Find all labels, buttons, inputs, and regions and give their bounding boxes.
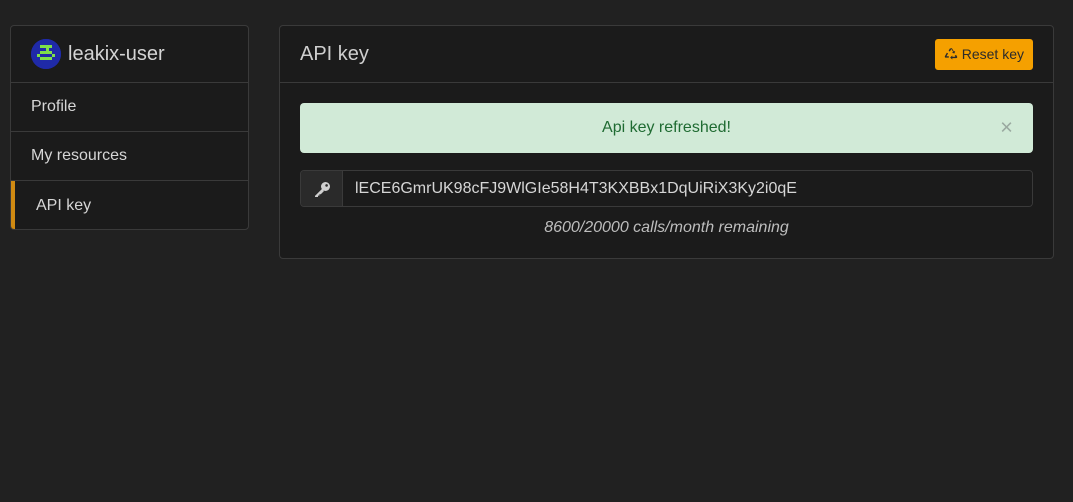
api-key-field[interactable] [343,171,1032,206]
api-key-input-group [300,170,1033,207]
sidebar-item-my-resources[interactable]: My resources [11,132,248,181]
key-addon [301,171,343,206]
avatar-identicon-icon [31,39,61,69]
username: leakix-user [68,42,165,65]
sidebar-item-profile[interactable]: Profile [11,83,248,132]
page-title: API key [300,42,369,65]
avatar [31,39,61,69]
panel-header: API key Reset key [280,26,1053,83]
key-icon [314,181,330,197]
panel-body: Api key refreshed! × 8600/20000 calls/mo… [280,83,1053,257]
alert-message: Api key refreshed! [602,119,731,136]
api-key-panel: API key Reset key Api key refreshed! × l… [279,25,1054,259]
sidebar-item-api-key[interactable]: API key [11,181,248,229]
calls-remaining: 8600/20000 calls/month remaining [544,219,789,236]
user-header: leakix-user [11,26,248,83]
recycle-icon [944,48,957,60]
reset-key-button[interactable]: Reset key [934,38,1033,70]
success-alert: Api key refreshed! × [300,103,1033,153]
reset-key-label: Reset key [961,46,1024,62]
sidebar: leakix-user Profile My resources API key [10,25,249,230]
close-icon[interactable]: × [1000,116,1013,139]
